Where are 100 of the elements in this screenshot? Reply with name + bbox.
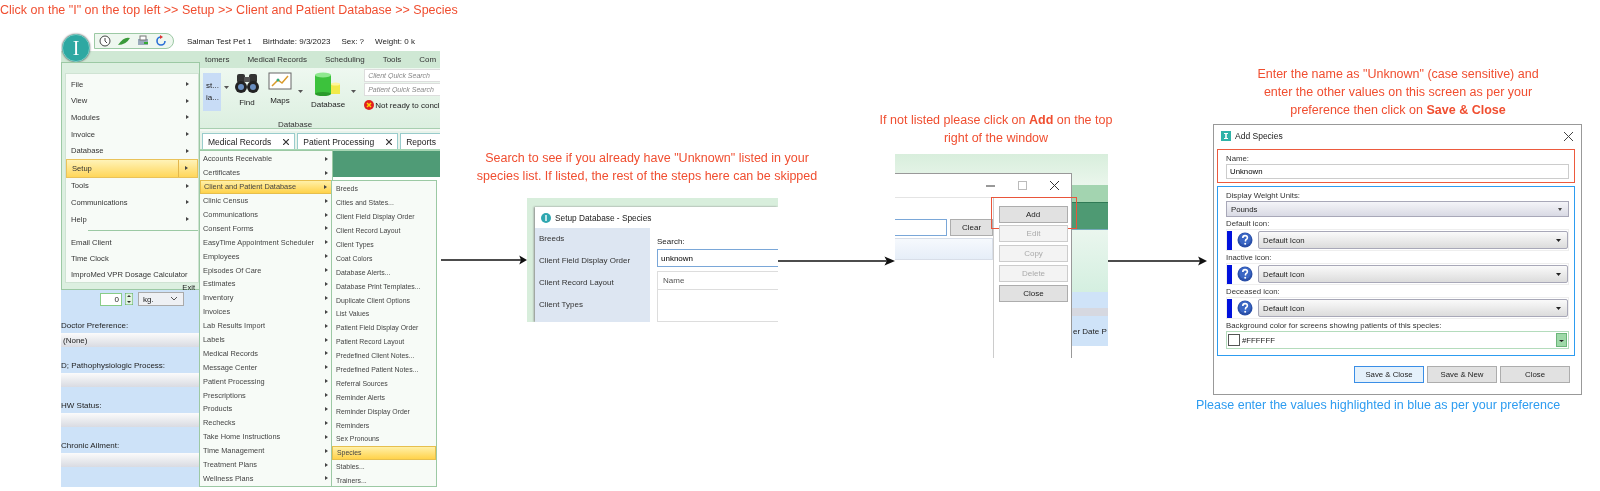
ribbon-button[interactable]: Find [231, 72, 262, 107]
submenu-arrow-icon [186, 148, 189, 153]
search-field[interactable] [895, 219, 947, 236]
field-label: HW Status: [61, 401, 103, 410]
spinner-icon[interactable] [125, 293, 133, 305]
submenu-arrow-icon [185, 166, 188, 171]
submenu-arrow-icon [325, 448, 328, 453]
submenu-arrow-icon [325, 268, 328, 273]
leaf-icon[interactable] [117, 35, 131, 47]
status-text: Not ready to concl [375, 100, 440, 110]
dropdown-field[interactable]: (None) [61, 333, 199, 347]
submenu-arrow-icon [325, 323, 328, 328]
submenu-arrow-icon [325, 406, 328, 411]
submenu-arrow-icon [324, 184, 327, 189]
window-title: Setup Database - Species [555, 212, 652, 223]
sidebar-item[interactable]: Breeds [539, 234, 650, 256]
submenu-arrow-icon [325, 365, 328, 370]
color-bar [1227, 230, 1232, 250]
chevron-icon [171, 297, 177, 301]
help-icon [1237, 300, 1253, 316]
ribbon-tab[interactable]: Scheduling [325, 55, 365, 64]
sidebar-item[interactable]: Client Record Layout [539, 278, 650, 300]
instruction-text: If not listed please click on Add on the top right of the window [878, 112, 1114, 147]
submenu-arrow-icon [186, 98, 189, 103]
ribbon-group-label: Database [277, 120, 313, 129]
submenu-arrow-icon [325, 420, 328, 425]
refresh-icon[interactable] [155, 35, 167, 47]
submenu-arrow-icon [325, 393, 328, 398]
dropdown-button-icon[interactable] [1556, 333, 1567, 347]
quick-access-toolbar[interactable] [94, 33, 174, 49]
submenu-arrow-icon [186, 183, 189, 188]
action-button[interactable]: Add [998, 205, 1068, 223]
column-header[interactable]: Name [663, 276, 685, 285]
ribbon-tab[interactable]: tomers [205, 55, 230, 64]
ribbon-button[interactable]: Database [307, 72, 349, 109]
dropdown-field[interactable] [61, 453, 199, 467]
instruction-text: Click on the "I" on the top left >> Setup >> Client and Patient Database >> Species [0, 2, 458, 19]
caret-icon[interactable] [223, 86, 229, 90]
color-bar [1227, 298, 1232, 318]
ribbon-tab[interactable]: Medical Records [247, 55, 308, 64]
submenu-arrow-icon [325, 476, 328, 481]
submenu-arrow-icon [325, 156, 328, 161]
binoculars-icon [234, 72, 259, 94]
help-icon [1237, 266, 1253, 282]
submenu-arrow-icon [325, 198, 328, 203]
submenu-arrow-icon [186, 82, 189, 87]
submenu-arrow-icon [325, 309, 328, 314]
sidebar-item[interactable]: Client Types [539, 300, 650, 322]
sidebar-item[interactable]: Client Field Display Order [539, 256, 650, 278]
submenu-arrow-icon [325, 212, 328, 217]
patient-info: Weight: 0 k [375, 36, 415, 46]
submenu-arrow-icon [325, 379, 328, 384]
document-tab[interactable]: Reports [400, 133, 440, 149]
chart-icon [267, 72, 292, 92]
clear-button[interactable]: Clear [950, 219, 993, 236]
caret-icon [1556, 306, 1561, 310]
field-label: Chronic Ailment: [61, 441, 121, 450]
caret-icon[interactable] [351, 90, 357, 94]
submenu-arrow-icon [325, 226, 328, 231]
instruction-text: Search to see if you already have "Unknown" listed in your species list. If listed, the rest of the steps here can be skipped [475, 150, 819, 185]
close-icon[interactable] [283, 138, 290, 145]
document-tab[interactable]: Medical Records [202, 133, 296, 149]
printer-icon[interactable] [137, 35, 149, 47]
submenu-arrow-icon [186, 200, 189, 205]
submenu-arrow-icon [325, 462, 328, 467]
close-icon[interactable] [1050, 181, 1059, 190]
submenu-arrow-icon [186, 132, 189, 137]
submenu-arrow-icon [325, 351, 328, 356]
clock-icon[interactable] [99, 35, 111, 47]
action-button[interactable]: Close [999, 285, 1068, 302]
color-bar [1227, 264, 1232, 284]
ribbon-button[interactable]: Maps [264, 72, 295, 105]
caret-icon[interactable] [297, 90, 303, 94]
number-field[interactable]: 0 [100, 292, 122, 306]
column-header: er Date P [1073, 326, 1107, 336]
unit-dropdown[interactable]: kg. [138, 292, 184, 306]
document-tab[interactable]: Patient Processing [297, 133, 399, 149]
dropdown-field[interactable] [61, 373, 199, 387]
field-label: Doctor Preference: [61, 321, 130, 330]
submenu-arrow-icon [186, 217, 189, 222]
submenu-arrow-icon [325, 281, 328, 286]
field-label: Search: [657, 237, 686, 246]
close-icon[interactable] [1564, 131, 1573, 141]
ribbon-tab[interactable]: Com [419, 55, 437, 64]
error-icon [364, 100, 375, 110]
patient-info: Sex: ? [341, 36, 365, 46]
patient-info: Salman Test Pet 1 [187, 36, 252, 46]
search-field[interactable]: unknown [657, 249, 778, 267]
close-icon[interactable] [386, 138, 393, 145]
help-icon [1237, 232, 1253, 248]
dropdown-field[interactable] [61, 413, 199, 427]
submenu-arrow-icon [325, 254, 328, 259]
ribbon-tab[interactable]: Tools [382, 55, 402, 64]
caret-icon [1556, 272, 1561, 276]
submenu-arrow-icon [325, 434, 328, 439]
submenu-arrow-icon [325, 240, 328, 245]
caret-icon [1556, 238, 1561, 242]
instruction-text: Please enter the values highlighted in blue as per your preference [1196, 398, 1561, 412]
ribbon-button[interactable]: st... ia... [203, 73, 221, 111]
field-label: D; Pathophysiologic Process: [61, 361, 167, 370]
